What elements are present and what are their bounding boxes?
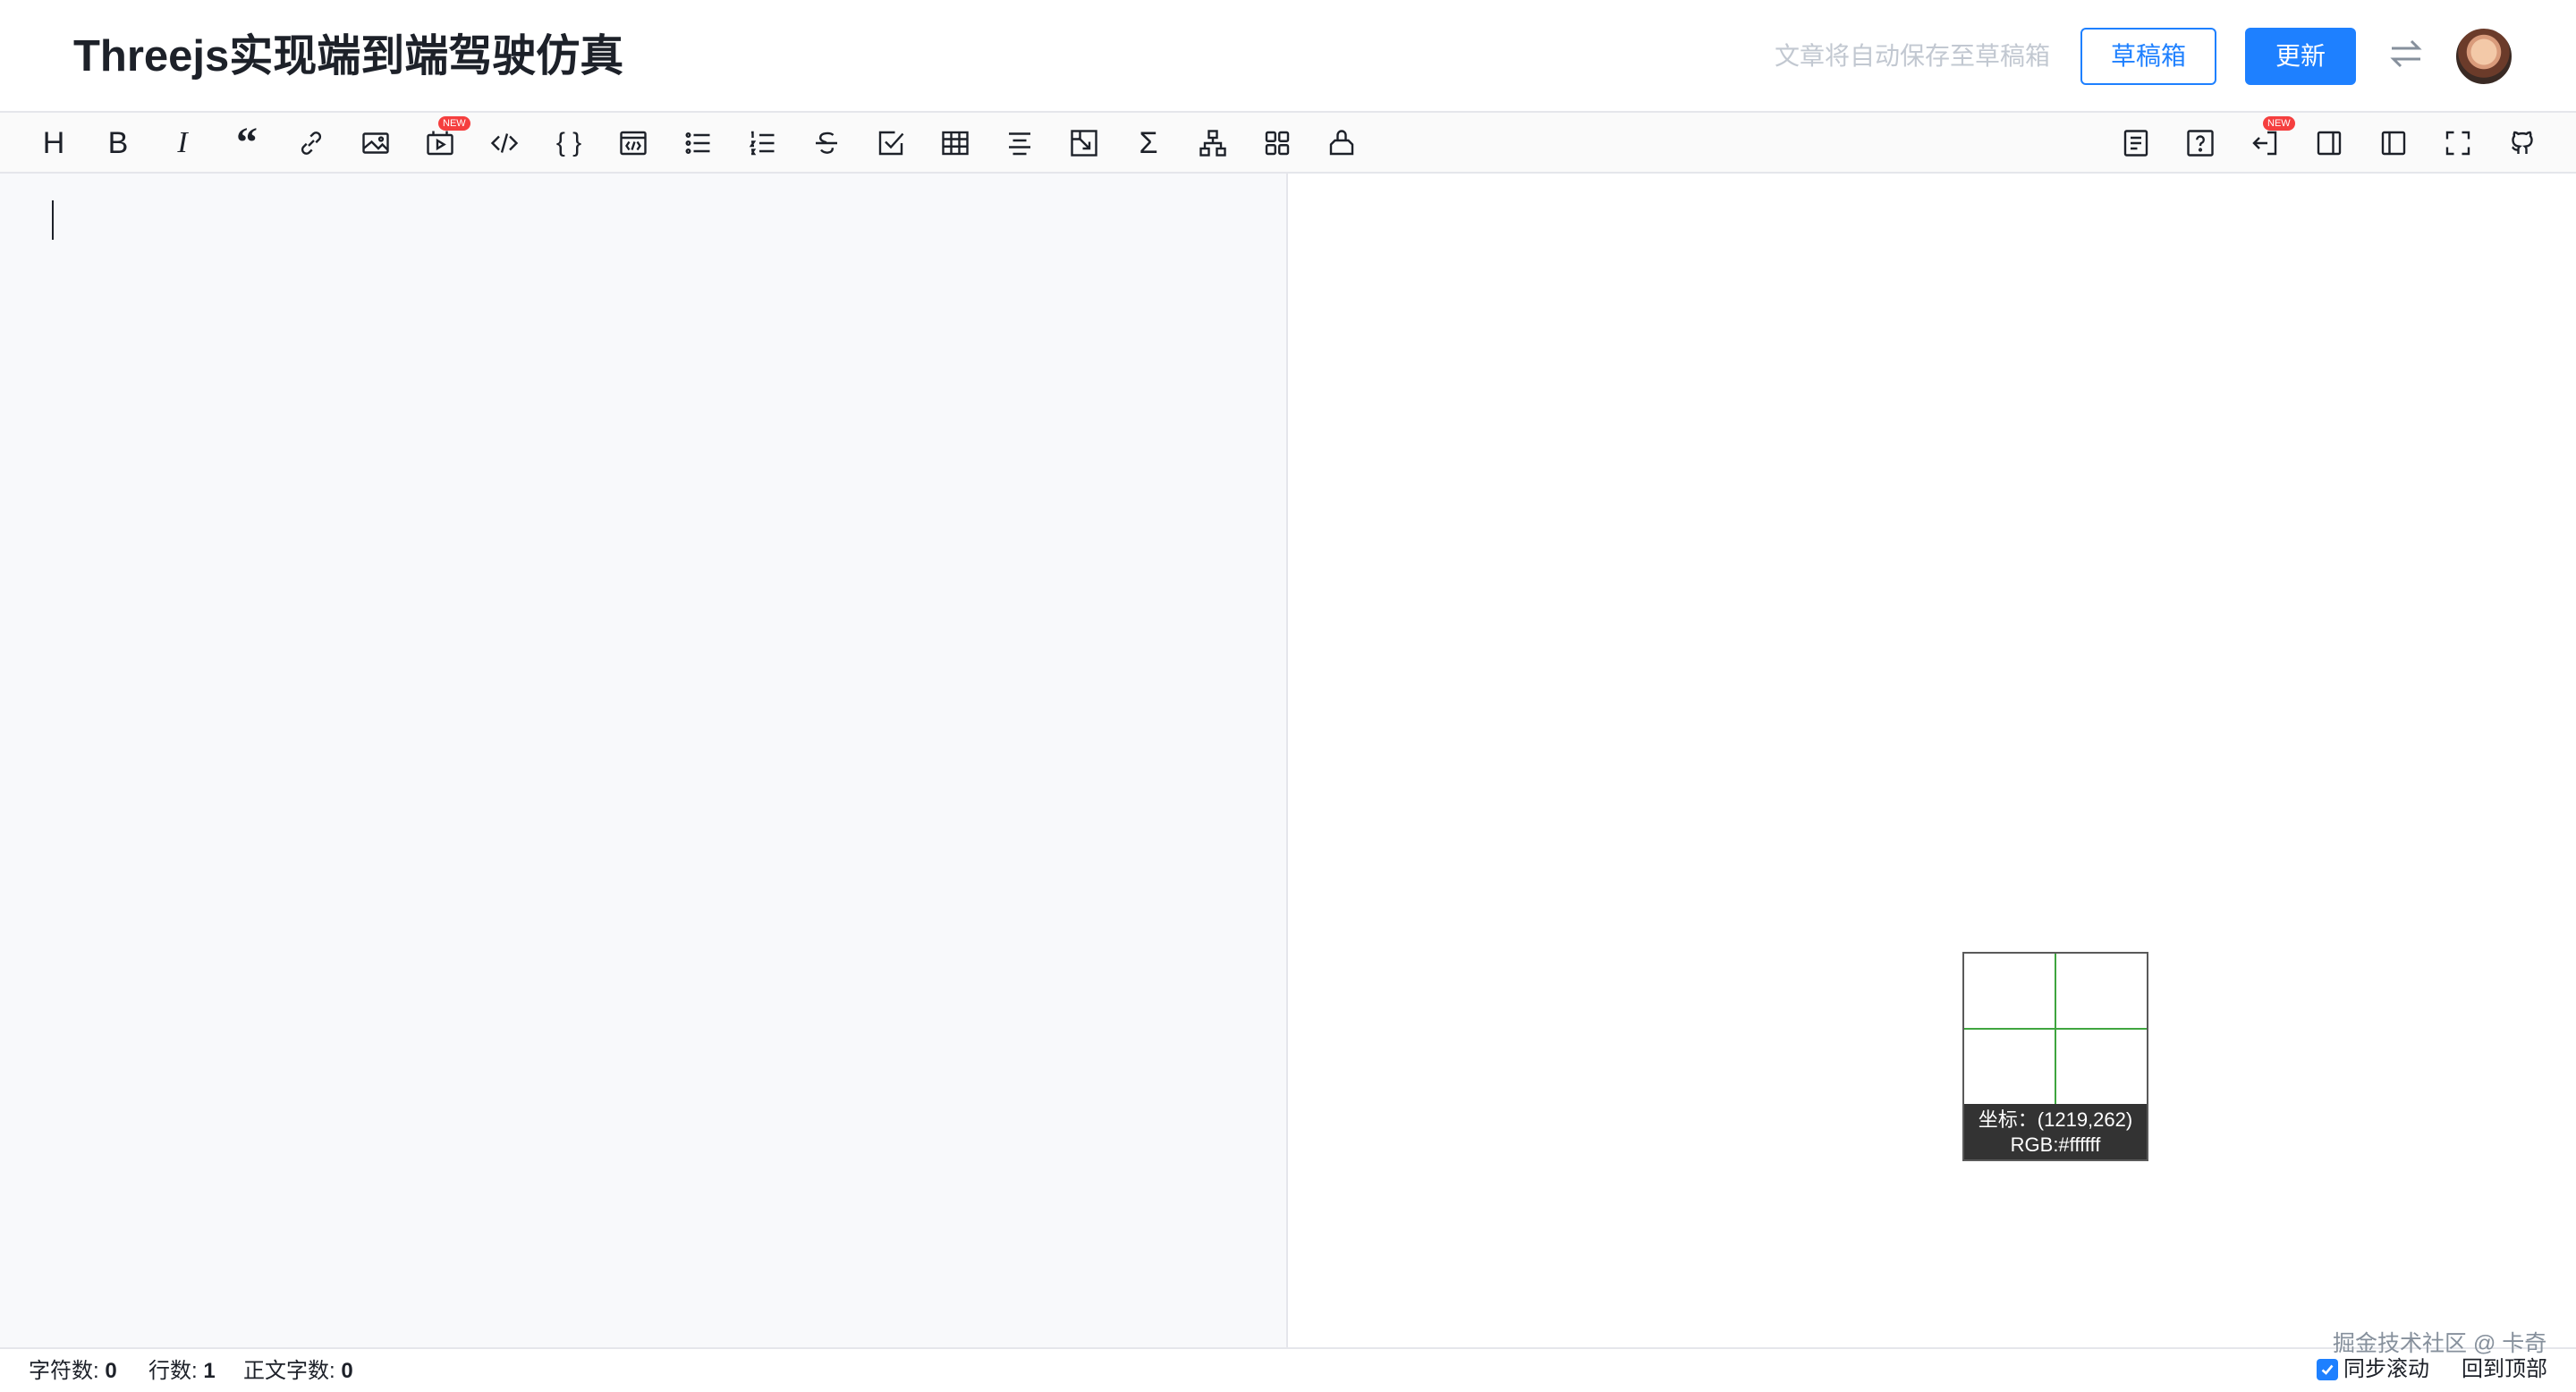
ordered-list-icon[interactable]	[744, 125, 780, 161]
video-icon[interactable]: NEW	[422, 116, 470, 161]
body-word-count: 正文字数: 0	[243, 1358, 353, 1385]
quote-glyph: “	[236, 119, 258, 166]
sync-scroll-toggle[interactable]: 同步滚动	[2317, 1356, 2429, 1383]
editor-only-icon[interactable]	[2376, 125, 2411, 161]
drafts-button[interactable]: 草稿箱	[2080, 28, 2216, 85]
editor-header: Threejs实现端到端驾驶仿真 文章将自动保存至草稿箱 草稿箱 更新	[0, 0, 2576, 113]
theme-icon[interactable]	[1324, 125, 1360, 161]
line-count-label: 行数:	[148, 1359, 198, 1383]
magnifier-info: 坐标：(1219,262) RGB:#ffffff	[1964, 1104, 2147, 1159]
magnifier-rgb: RGB:#ffffff	[2010, 1133, 2101, 1156]
image-icon[interactable]	[358, 125, 394, 161]
quote-icon[interactable]: “	[229, 120, 265, 166]
github-icon[interactable]	[2504, 125, 2540, 161]
markdown-editor[interactable]	[0, 174, 1288, 1347]
import-icon[interactable]: NEW	[2247, 116, 2295, 161]
braces-glyph: { }	[555, 128, 582, 157]
autosave-tip: 文章将自动保存至草稿箱	[1775, 42, 2051, 70]
user-avatar[interactable]	[2454, 27, 2513, 86]
line-count: 行数: 1	[148, 1358, 216, 1385]
html-icon[interactable]	[615, 125, 651, 161]
italic-glyph: I	[177, 126, 188, 159]
line-count-value: 1	[203, 1359, 216, 1383]
update-button[interactable]: 更新	[2245, 28, 2356, 85]
crosshair-horizontal	[1964, 1028, 2147, 1030]
new-badge: NEW	[2263, 116, 2295, 131]
code-icon[interactable]	[487, 125, 522, 161]
back-to-top-link[interactable]: 回到顶部	[2462, 1356, 2547, 1383]
checkbox-icon[interactable]	[873, 125, 909, 161]
magnifier-view	[1964, 954, 2147, 1104]
sync-scroll-label: 同步滚动	[2343, 1357, 2429, 1381]
braces-icon[interactable]: { }	[551, 125, 587, 161]
watermark: 掘金技术社区 @ 卡奇	[2333, 1331, 2547, 1356]
diagram-icon[interactable]	[1195, 125, 1231, 161]
bold-icon[interactable]: B	[100, 125, 136, 161]
toc-icon[interactable]	[2118, 125, 2154, 161]
unordered-list-icon[interactable]	[680, 125, 716, 161]
sigma-glyph: Σ	[1139, 126, 1158, 160]
text-caret	[52, 200, 54, 240]
char-count-label: 字符数:	[29, 1359, 99, 1383]
sigma-icon[interactable]: Σ	[1131, 125, 1166, 161]
status-bar: 字符数: 0 行数: 1 正文字数: 0	[0, 1347, 2576, 1392]
grid-icon[interactable]	[1259, 125, 1295, 161]
char-count-value: 0	[105, 1359, 117, 1383]
body-count-label: 正文字数:	[243, 1359, 335, 1383]
article-title[interactable]: Threejs实现端到端驾驶仿真	[73, 25, 623, 88]
switch-editor-icon[interactable]	[2386, 36, 2426, 72]
preview-only-icon[interactable]	[2311, 125, 2347, 161]
link-icon[interactable]	[293, 125, 329, 161]
new-badge: NEW	[438, 116, 470, 131]
bold-glyph: B	[107, 126, 129, 160]
char-count: 字符数: 0	[29, 1358, 117, 1385]
strikethrough-icon[interactable]	[809, 125, 844, 161]
align-center-icon[interactable]	[1002, 125, 1038, 161]
heading-glyph: H	[42, 126, 65, 160]
help-icon[interactable]	[2182, 125, 2218, 161]
embed-icon[interactable]	[1066, 125, 1102, 161]
markdown-preview	[1290, 174, 2576, 1347]
magnifier-coordinates: 坐标：(1219,262)	[1978, 1108, 2133, 1131]
body-count-value: 0	[341, 1359, 353, 1383]
fullscreen-icon[interactable]	[2440, 125, 2476, 161]
sync-scroll-checkbox[interactable]	[2317, 1359, 2338, 1380]
table-icon[interactable]	[937, 125, 973, 161]
heading-icon[interactable]: H	[36, 125, 72, 161]
italic-icon[interactable]: I	[165, 125, 200, 161]
markdown-toolbar: H B I “ NEW { } Σ NEW	[0, 113, 2576, 174]
color-magnifier: 坐标：(1219,262) RGB:#ffffff	[1962, 952, 2148, 1161]
